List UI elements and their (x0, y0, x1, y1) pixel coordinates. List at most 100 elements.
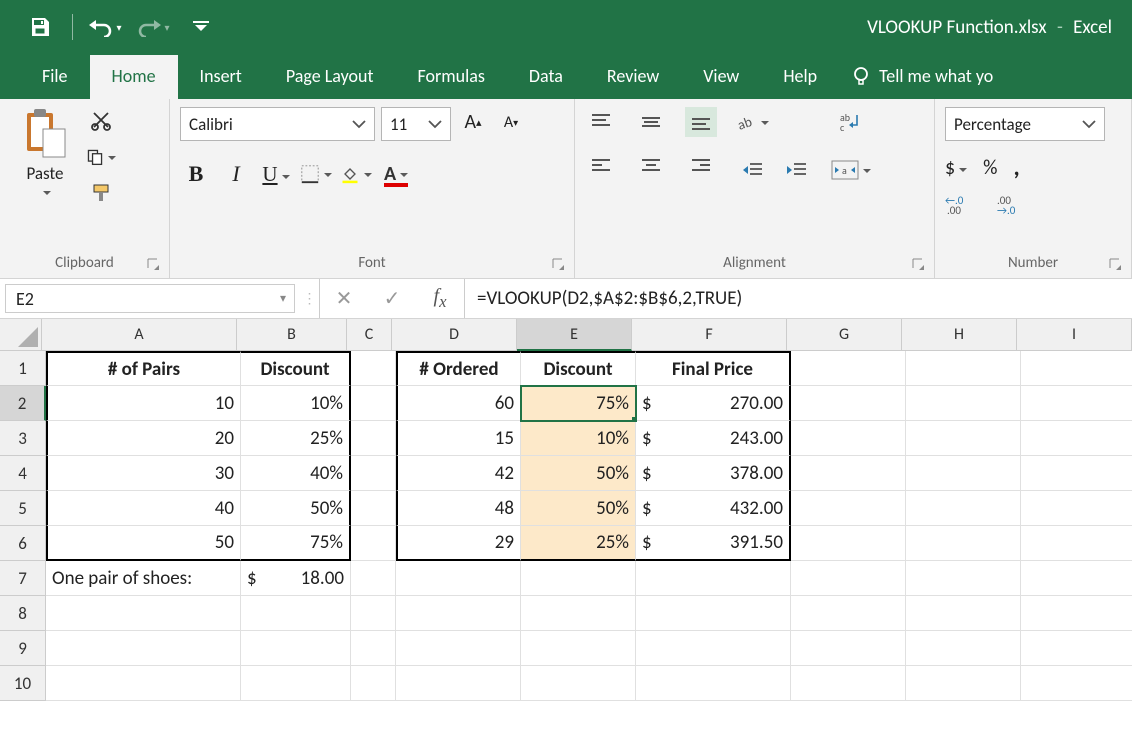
increase-font-button[interactable]: A▴ (457, 107, 489, 137)
qat-customize-button[interactable] (181, 7, 221, 47)
cell[interactable] (396, 596, 521, 631)
cell[interactable] (906, 351, 1021, 386)
cell[interactable] (791, 351, 906, 386)
align-middle-button[interactable] (635, 107, 667, 137)
cell[interactable]: 50% (521, 491, 636, 526)
align-left-button[interactable] (585, 151, 617, 181)
tab-data[interactable]: Data (507, 55, 585, 99)
paste-button[interactable]: Paste (10, 107, 80, 201)
cell[interactable] (396, 561, 521, 596)
decrease-font-button[interactable]: A▾ (495, 107, 527, 137)
cell[interactable] (906, 421, 1021, 456)
cell[interactable]: 25% (521, 526, 636, 561)
cell[interactable] (46, 631, 241, 666)
cell[interactable] (521, 596, 636, 631)
cell[interactable] (351, 631, 396, 666)
cell[interactable] (351, 456, 396, 491)
tab-formulas[interactable]: Formulas (396, 55, 507, 99)
borders-button[interactable] (300, 159, 332, 189)
cell[interactable] (521, 631, 636, 666)
cell[interactable]: 10 (46, 386, 241, 421)
font-color-button[interactable]: A (380, 159, 412, 189)
align-center-button[interactable] (635, 151, 667, 181)
wrap-text-button[interactable]: abc (831, 107, 871, 137)
cell[interactable] (906, 526, 1021, 561)
cell[interactable] (906, 456, 1021, 491)
font-launcher[interactable] (552, 258, 566, 272)
number-format-combo[interactable]: Percentage (945, 107, 1105, 141)
font-name-combo[interactable]: Calibri (180, 107, 375, 141)
cell[interactable]: 25% (241, 421, 351, 456)
cell[interactable]: 50% (241, 491, 351, 526)
row-header[interactable]: 7 (0, 561, 46, 596)
cell[interactable] (636, 631, 791, 666)
row-header[interactable]: 1 (0, 351, 46, 386)
row-header[interactable]: 2 (0, 386, 46, 421)
align-right-button[interactable] (685, 151, 717, 181)
cell[interactable] (351, 351, 396, 386)
cell[interactable] (791, 526, 906, 561)
table-header[interactable]: Discount (241, 351, 351, 386)
tab-help[interactable]: Help (761, 55, 839, 99)
cell[interactable] (1021, 561, 1132, 596)
format-painter-button[interactable] (86, 179, 116, 207)
worksheet-grid[interactable]: 12345678910 # of PairsDiscount# OrderedD… (0, 351, 1132, 701)
italic-button[interactable]: I (220, 159, 252, 189)
cell[interactable] (241, 666, 351, 701)
cell[interactable]: $243.00 (636, 421, 791, 456)
cell[interactable] (1021, 386, 1132, 421)
cell[interactable] (351, 421, 396, 456)
cell[interactable] (906, 386, 1021, 421)
tab-insert[interactable]: Insert (178, 55, 264, 99)
tab-review[interactable]: Review (585, 55, 681, 99)
clipboard-launcher[interactable] (147, 258, 161, 272)
cell[interactable] (46, 666, 241, 701)
cell[interactable] (1021, 666, 1132, 701)
number-launcher[interactable] (1109, 258, 1123, 272)
cancel-button[interactable]: ✕ (320, 286, 368, 311)
cell[interactable] (1021, 596, 1132, 631)
cell[interactable]: 29 (396, 526, 521, 561)
table-header[interactable]: Final Price (636, 351, 791, 386)
formula-input[interactable]: =VLOOKUP(D2,$A$2:$B$6,2,TRUE) (465, 279, 1132, 318)
cell[interactable] (351, 491, 396, 526)
cell[interactable]: 10% (241, 386, 351, 421)
table-header[interactable]: # of Pairs (46, 351, 241, 386)
cell[interactable] (1021, 631, 1132, 666)
cell[interactable] (636, 666, 791, 701)
cell[interactable]: 40% (241, 456, 351, 491)
cell[interactable] (906, 596, 1021, 631)
cell[interactable] (791, 456, 906, 491)
row-header[interactable]: 8 (0, 596, 46, 631)
enter-button[interactable]: ✓ (368, 286, 416, 311)
cell[interactable] (521, 666, 636, 701)
table-header[interactable]: # Ordered (396, 351, 521, 386)
cell[interactable] (521, 561, 636, 596)
copy-button[interactable] (86, 143, 116, 171)
cell[interactable]: 30 (46, 456, 241, 491)
column-header[interactable]: F (632, 319, 787, 351)
fill-color-button[interactable] (340, 159, 372, 189)
row-header[interactable]: 6 (0, 526, 46, 561)
cell[interactable]: One pair of shoes: (46, 561, 241, 596)
cell[interactable]: $270.00 (636, 386, 791, 421)
cell[interactable]: 42 (396, 456, 521, 491)
cell[interactable] (791, 666, 906, 701)
name-box[interactable]: E2 (5, 284, 295, 313)
cell[interactable] (791, 491, 906, 526)
cell[interactable] (1021, 351, 1132, 386)
cut-button[interactable] (86, 107, 116, 135)
cell[interactable] (791, 386, 906, 421)
cell[interactable] (906, 631, 1021, 666)
cell[interactable] (241, 596, 351, 631)
tab-file[interactable]: File (20, 55, 90, 99)
cell[interactable] (241, 631, 351, 666)
merge-center-button[interactable]: a (831, 155, 871, 185)
insert-function-button[interactable]: fx (416, 285, 464, 312)
cell[interactable]: 20 (46, 421, 241, 456)
cell[interactable] (351, 596, 396, 631)
tab-page-layout[interactable]: Page Layout (264, 55, 396, 99)
paste-dropdown[interactable] (39, 184, 51, 201)
row-header[interactable]: 3 (0, 421, 46, 456)
redo-button[interactable]: ▾ (133, 7, 173, 47)
